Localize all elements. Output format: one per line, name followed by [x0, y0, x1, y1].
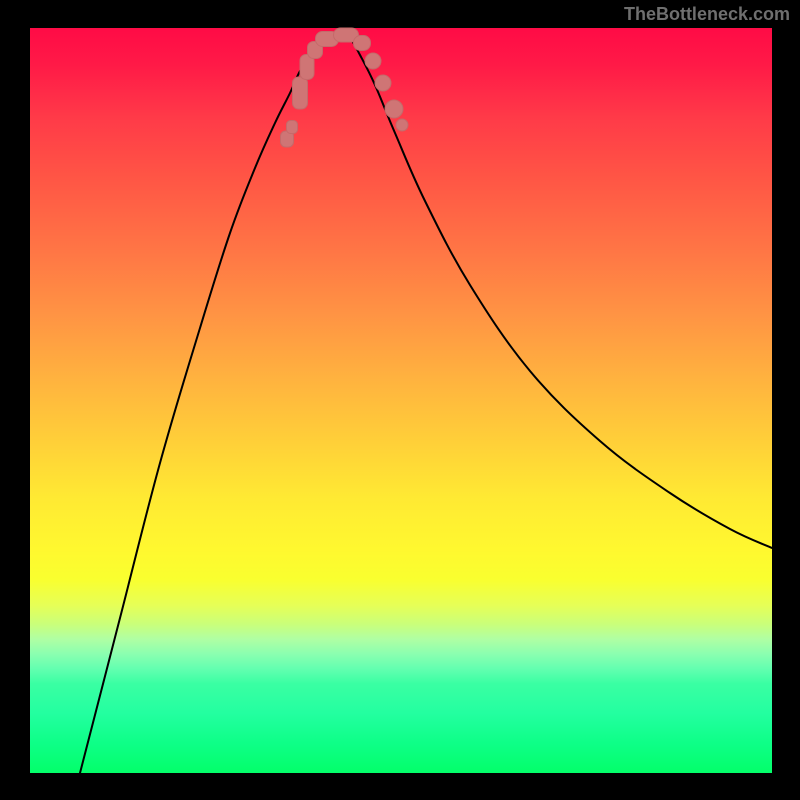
data-marker	[354, 36, 371, 51]
chart-frame: TheBottleneck.com	[0, 0, 800, 800]
data-marker	[365, 53, 381, 69]
data-marker	[375, 75, 391, 91]
curve-group	[80, 32, 772, 773]
curve-left	[80, 32, 340, 773]
chart-svg	[30, 28, 772, 773]
data-marker	[287, 121, 298, 134]
data-marker	[293, 77, 308, 109]
watermark-text: TheBottleneck.com	[624, 4, 790, 25]
data-marker	[385, 100, 403, 118]
data-marker	[396, 119, 408, 131]
marker-group	[281, 28, 409, 147]
curve-right	[340, 32, 772, 548]
